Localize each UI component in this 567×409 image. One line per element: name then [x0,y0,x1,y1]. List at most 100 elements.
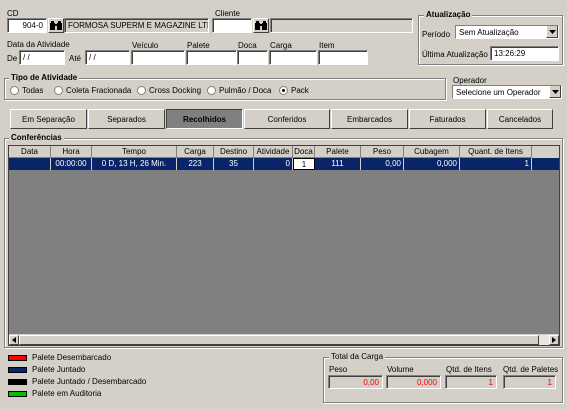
legend-item: Palete em Auditoria [8,389,101,398]
cell-hora: 00:00:00 [51,158,92,170]
table-row[interactable]: 00:00:00 0 D, 13 H, 26 Min. 223 35 0 1 1… [9,158,559,170]
cd-search-button[interactable] [48,18,64,33]
cell-data [9,158,51,170]
grid-header: Data Hora Tempo Carga Destino Atividade … [9,146,559,158]
chevron-down-icon[interactable] [549,86,561,98]
item-input[interactable] [318,50,368,65]
radio-button[interactable] [137,86,146,95]
periodo-value: Sem Atualização [459,28,519,37]
de-label: De [7,54,18,63]
item-label: Item [319,41,335,50]
cell-carga: 223 [177,158,214,170]
radio-button[interactable] [207,86,216,95]
doca-input[interactable] [237,50,268,65]
carga-label: Carga [270,41,292,50]
col-header-tempo[interactable]: Tempo [92,146,177,158]
data-atividade-label: Data da Atividade [7,40,70,49]
cliente-label: Cliente [215,9,240,18]
veiculo-input[interactable] [131,50,185,65]
scroll-thumb[interactable] [19,335,539,345]
tab-em-separacao[interactable]: Em Separação [10,109,87,129]
legend-item: Palete Desembarcado [8,353,111,362]
cell-destino: 35 [214,158,254,170]
volume-total-field: 0,000 [386,375,441,389]
tab-cancelados[interactable]: Cancelados [487,109,553,129]
cell-doca: 1 [293,158,315,170]
conferencias-grid[interactable]: Data Hora Tempo Carga Destino Atividade … [8,145,560,346]
volume-label: Volume [387,365,414,374]
radio-button-selected[interactable] [279,86,288,95]
col-header-destino[interactable]: Destino [214,146,254,158]
radio-pack[interactable]: Pack [279,86,309,95]
palete-label: Palete [187,41,210,50]
qtd-paletes-label: Qtd. de Paletes [503,365,559,374]
cell-tempo: 0 D, 13 H, 26 Min. [92,158,177,170]
cd-code-input[interactable]: 904-0 [7,18,47,33]
total-carga-title: Total da Carga [329,352,386,361]
col-header-quant-itens[interactable]: Quant. de Itens [460,146,532,158]
tab-recolhidos[interactable]: Recolhidos [166,109,243,129]
col-header-palete[interactable]: Palete [315,146,361,158]
tipo-atividade-title: Tipo de Atividade [9,73,80,82]
qtd-itens-total-field: 1 [445,375,497,389]
cell-quant-itens: 1 [460,158,532,170]
qtd-paletes-total-field: 1 [503,375,556,389]
scroll-left-button[interactable] [9,335,19,345]
col-header-atividade[interactable]: Atividade [254,146,293,158]
tab-faturados[interactable]: Faturados [409,109,486,129]
ate-date-input[interactable]: / / [85,50,130,65]
binoculars-icon [50,21,62,30]
tab-separados[interactable]: Separados [88,109,165,129]
col-header-carga[interactable]: Carga [177,146,214,158]
ultima-atualizacao-label: Última Atualização [422,50,488,59]
veiculo-label: Veículo [132,41,159,50]
col-header-hora[interactable]: Hora [51,146,92,158]
radio-pulmao-doca[interactable]: Pulmão / Doca [207,86,271,95]
cell-cubagem: 0,000 [404,158,460,170]
scroll-right-button[interactable] [549,335,559,345]
cliente-search-button[interactable] [253,18,269,33]
operador-value: Selecione um Operador [456,88,541,97]
peso-label: Peso [329,365,348,374]
legend-swatch [8,354,27,361]
atualizacao-title: Atualização [424,10,473,19]
cliente-name-field [270,18,413,33]
binoculars-icon [255,21,267,30]
radio-button[interactable] [54,86,63,95]
periodo-select[interactable]: Sem Atualização [455,25,559,39]
operador-select[interactable]: Selecione um Operador [452,85,562,99]
carga-input[interactable] [269,50,317,65]
radio-todas[interactable]: Todas [10,86,43,95]
col-header-doca[interactable]: Doca [293,146,315,158]
ate-label: Até [69,54,82,63]
conferencias-title: Conferências [9,133,64,142]
legend-item: Palete Juntado / Desembarcado [8,377,146,386]
radio-coleta-fracionada[interactable]: Coleta Fracionada [54,86,131,95]
qtd-itens-label: Qtd. de Itens [446,365,492,374]
chevron-down-icon[interactable] [546,26,558,38]
legend-swatch [8,366,27,373]
legend-swatch [8,390,27,397]
de-date-input[interactable]: / / [19,50,65,65]
palete-input[interactable] [186,50,237,65]
tab-embarcados[interactable]: Embarcados [331,109,408,129]
cd-name-field: FORMOSA SUPERM E MAGAZINE LTDA [64,18,209,33]
periodo-label: Período [422,30,451,39]
col-header-data[interactable]: Data [9,146,51,158]
doca-label: Doca [238,41,257,50]
operador-label: Operador [453,76,487,85]
col-header-cubagem[interactable]: Cubagem [404,146,460,158]
cd-label: CD [7,9,19,18]
cell-peso: 0,00 [361,158,404,170]
tab-conferidos[interactable]: Conferidos [244,109,330,129]
radio-cross-docking[interactable]: Cross Docking [137,86,201,95]
horizontal-scrollbar[interactable] [9,334,559,345]
legend-item: Palete Juntado [8,365,85,374]
cell-palete: 111 [315,158,361,170]
ultima-atualizacao-field: 13:26:29 [490,46,559,61]
cliente-code-input[interactable] [212,18,252,33]
peso-total-field: 0,00 [328,375,383,389]
radio-button[interactable] [10,86,19,95]
col-header-peso[interactable]: Peso [361,146,404,158]
cell-atividade: 0 [254,158,293,170]
